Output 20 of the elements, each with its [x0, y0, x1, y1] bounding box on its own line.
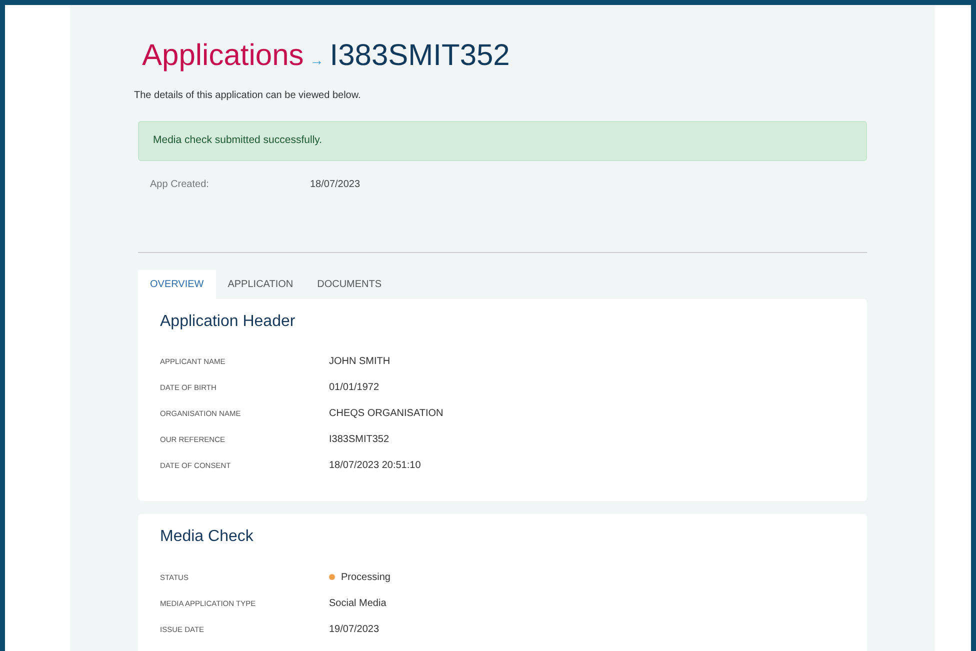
field-value: 01/01/1972	[329, 381, 380, 396]
field-value: Social Media	[329, 596, 386, 611]
field-value: 18/07/2023	[310, 178, 360, 192]
tab[interactable]: APPLICATION	[216, 270, 306, 299]
section-title: Media Check	[160, 526, 254, 546]
arrow-icon: →	[310, 50, 324, 71]
field-value: 18/07/2023 20:51:10	[329, 459, 421, 474]
field-value: JOHN SMITH	[329, 355, 390, 370]
page-title: Applications	[142, 38, 304, 74]
section-title: Application Header	[160, 312, 296, 331]
tab[interactable]: OVERVIEW	[138, 270, 216, 299]
tab[interactable]: DOCUMENTS	[305, 270, 394, 299]
field-value: I383SMIT352	[329, 433, 390, 448]
success-alert: Media check submitted successfully.	[138, 121, 867, 161]
status-text: Processing	[341, 570, 390, 585]
field-label: App Created:	[150, 178, 210, 192]
field-value: 19/07/2023	[329, 622, 380, 637]
reference-title: I383SMIT352	[330, 38, 510, 74]
field-value: CHEQS ORGANISATION	[329, 407, 444, 422]
intro-text: The details of this application can be viewed below.	[134, 89, 362, 103]
